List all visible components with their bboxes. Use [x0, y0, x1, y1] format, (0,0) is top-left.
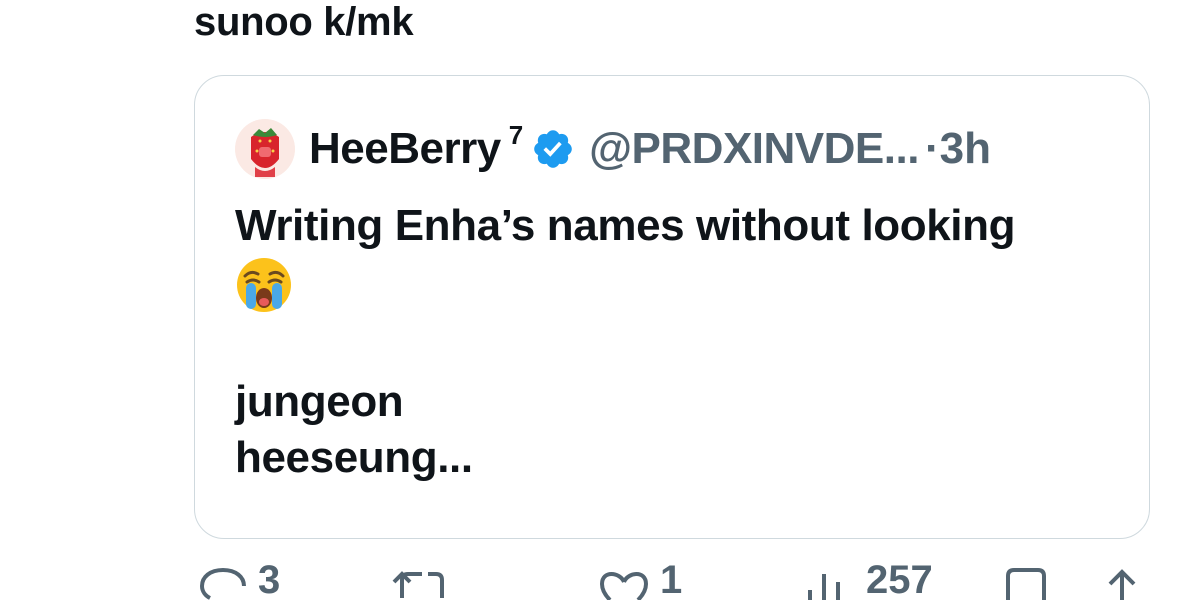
strawberry-avatar-icon [235, 119, 295, 179]
reply-icon [199, 568, 246, 600]
retweet-icon [392, 571, 444, 598]
author-name[interactable]: HeeBerry [309, 124, 501, 174]
like-button[interactable]: 1 [598, 560, 682, 600]
time-separator: · [924, 124, 940, 173]
like-count: 1 [660, 558, 683, 602]
verified-badge-icon [534, 130, 572, 168]
loudly-crying-face-icon [237, 258, 291, 312]
views-count: 257 [866, 558, 933, 602]
reply-button[interactable]: 3 [198, 560, 280, 600]
bookmark-button[interactable] [1004, 560, 1048, 600]
views-icon [808, 574, 840, 600]
tweet-text: sunoo k/mk [194, 0, 414, 44]
quoted-tweet-body: Writing Enha’s names without looking jun… [235, 198, 1015, 486]
quote-line-3: heeseung... [235, 433, 473, 482]
bookmark-icon [1006, 568, 1046, 600]
post-time[interactable]: 3h [940, 124, 991, 174]
share-button[interactable] [1100, 560, 1144, 600]
action-bar: 3 1 257 [0, 560, 1179, 600]
avatar[interactable] [235, 119, 295, 179]
author-badge: 7 [508, 119, 524, 150]
quoted-tweet-header: HeeBerry 7 @PRDXINVDE... · 3h [235, 118, 991, 180]
quoted-tweet-card[interactable]: HeeBerry 7 @PRDXINVDE... · 3h Writing En… [194, 75, 1150, 539]
quote-line-2: jungeon [235, 377, 404, 426]
retweet-button[interactable] [392, 560, 446, 600]
author-handle[interactable]: @PRDXINVDE... [589, 124, 919, 174]
heart-icon [599, 572, 649, 600]
share-icon [1108, 569, 1136, 600]
views-button[interactable]: 257 [802, 560, 933, 600]
quote-line-1: Writing Enha’s names without looking [235, 201, 1016, 250]
reply-count: 3 [258, 558, 281, 602]
